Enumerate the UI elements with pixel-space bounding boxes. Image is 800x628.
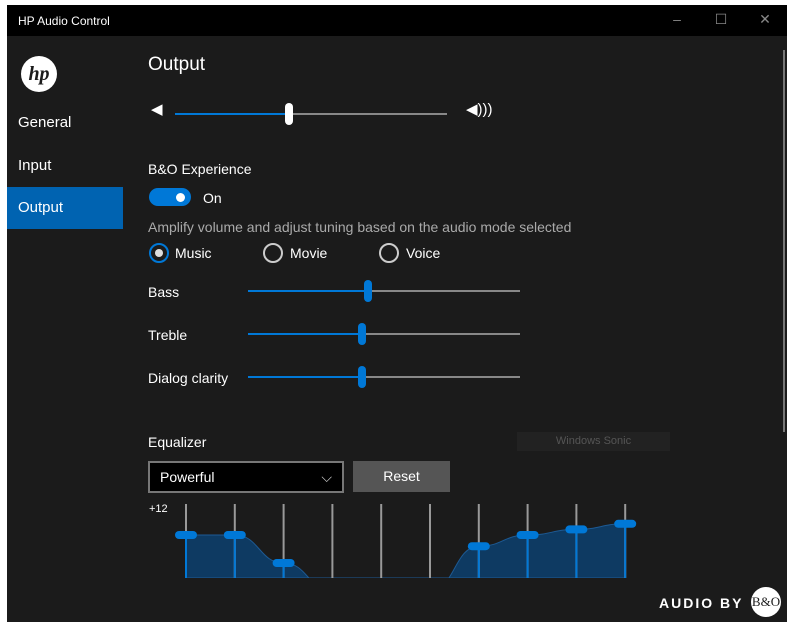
preset-value: Powerful — [160, 469, 215, 485]
toggle-state-label: On — [203, 190, 222, 206]
title-bar: HP Audio Control – ☐ ✕ — [7, 5, 787, 36]
equalizer-label: Equalizer — [148, 434, 207, 450]
sidebar-item-general[interactable]: General — [7, 102, 123, 144]
eq-band-handle[interactable] — [223, 531, 246, 539]
eq-band-handle[interactable] — [565, 525, 588, 534]
treble-label: Treble — [148, 327, 188, 343]
eq-band-handle[interactable] — [272, 559, 295, 567]
maximize-button[interactable]: ☐ — [711, 11, 731, 28]
radio-music-label: Music — [175, 245, 212, 261]
chevron-down-icon: ⌵ — [321, 469, 332, 485]
equalizer-chart[interactable] — [148, 502, 668, 578]
scrollbar[interactable] — [783, 50, 785, 432]
radio-music[interactable] — [149, 243, 169, 263]
volume-low-icon: ◀ — [151, 101, 163, 118]
mode-description: Amplify volume and adjust tuning based o… — [148, 219, 572, 235]
volume-slider-thumb[interactable] — [285, 103, 294, 125]
dialog-clarity-label: Dialog clarity — [148, 370, 229, 386]
volume-high-icon: ◀))) — [466, 101, 493, 118]
volume-slider-fill — [175, 113, 290, 115]
radio-voice-label: Voice — [406, 245, 441, 261]
bass-slider[interactable] — [248, 280, 520, 302]
radio-movie-label: Movie — [290, 245, 328, 261]
eq-curve-area — [185, 523, 626, 578]
eq-band-handle[interactable] — [175, 531, 197, 539]
sidebar: hp General Input Output — [7, 36, 123, 622]
treble-slider-thumb[interactable] — [358, 323, 367, 345]
bass-label: Bass — [148, 284, 180, 300]
dialog-clarity-slider[interactable] — [248, 366, 520, 388]
bo-experience-label: B&O Experience — [148, 161, 252, 177]
eq-band-handle[interactable] — [467, 542, 490, 551]
close-button[interactable]: ✕ — [755, 11, 775, 28]
bo-experience-toggle[interactable] — [149, 188, 191, 206]
minimize-button[interactable]: – — [667, 11, 687, 27]
treble-slider[interactable] — [248, 323, 520, 345]
sidebar-item-output[interactable]: Output — [7, 187, 123, 229]
eq-band-handle[interactable] — [614, 519, 637, 528]
radio-voice[interactable] — [379, 243, 399, 263]
equalizer-preset-select[interactable]: Powerful ⌵ — [148, 461, 344, 493]
reset-button[interactable]: Reset — [353, 461, 450, 492]
eq-band-handle[interactable] — [516, 531, 539, 539]
sidebar-item-input[interactable]: Input — [7, 145, 123, 187]
radio-movie[interactable] — [263, 243, 283, 263]
dialog-clarity-slider-thumb[interactable] — [358, 366, 367, 388]
app-window: HP Audio Control – ☐ ✕ hp General Input … — [7, 5, 787, 622]
bass-slider-thumb[interactable] — [363, 280, 372, 302]
window-title: HP Audio Control — [18, 14, 110, 28]
hp-logo: hp — [21, 56, 57, 92]
volume-slider[interactable] — [175, 103, 447, 125]
page-title: Output — [148, 54, 206, 75]
bo-logo: B&O — [751, 587, 781, 617]
windows-sonic-button: Windows Sonic — [517, 432, 670, 451]
audio-by-label: AUDIO BY — [659, 595, 744, 611]
